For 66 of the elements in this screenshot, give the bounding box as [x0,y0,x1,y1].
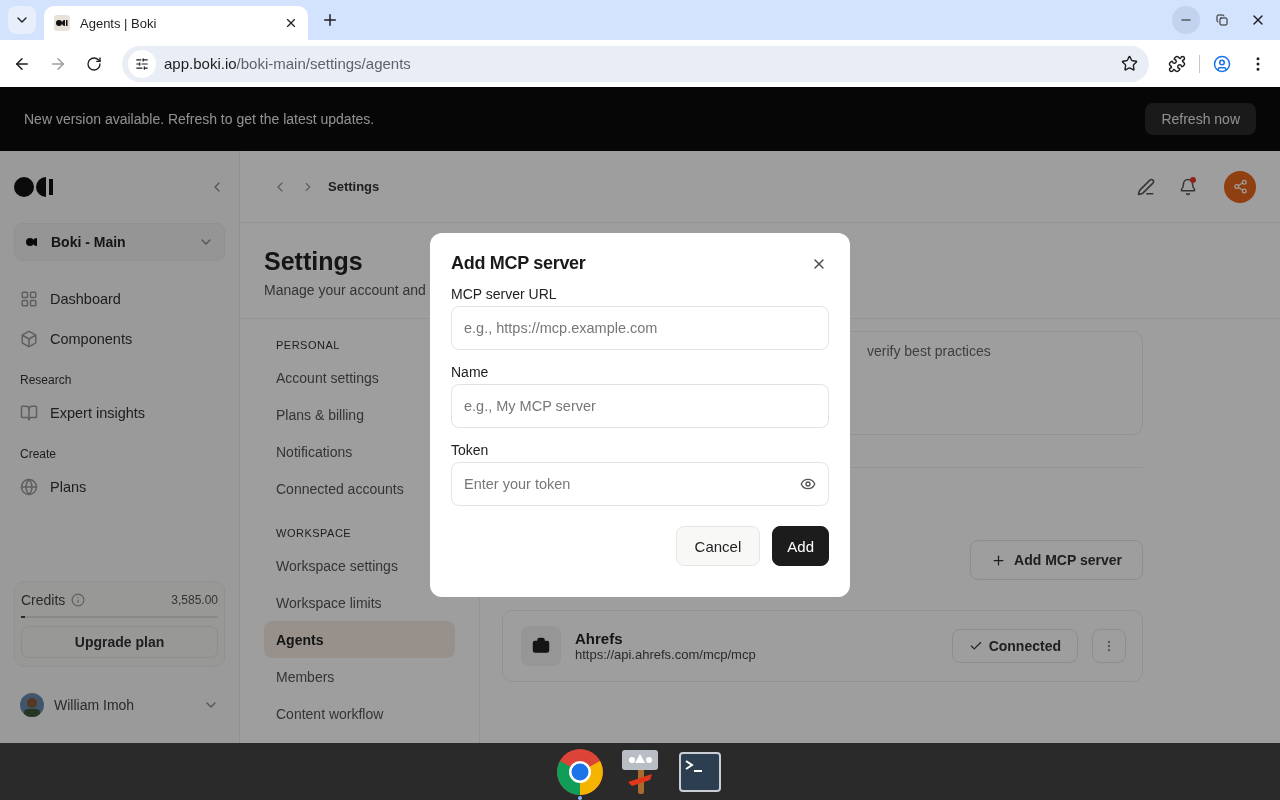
nav-item[interactable]: Components [14,319,225,359]
profile-icon[interactable] [1213,54,1231,73]
section-heading: Create [19,446,58,463]
credits-amount: 3,585.00 [171,593,218,607]
reload-icon[interactable] [86,55,102,72]
page-subtitle: Manage your account and [264,282,426,298]
credits-label: Credits [21,592,66,608]
settings-nav-item[interactable]: Members [264,658,455,695]
plus-icon [991,552,1007,568]
breadcrumb[interactable]: Settings [328,179,380,194]
logo-icon [14,176,56,198]
nav-item[interactable]: Dashboard [14,279,225,319]
check-icon [968,639,983,653]
status-button[interactable]: Connected [951,629,1078,663]
section-heading: Research [19,372,73,389]
close-icon[interactable] [284,16,298,30]
settings-nav-item[interactable]: Workspace limits [264,584,455,621]
settings-nav-item[interactable]: Agents [264,621,455,658]
bookmark-star-icon[interactable] [1120,55,1138,72]
site-info-button[interactable] [128,49,156,78]
upgrade-button[interactable]: Upgrade plan [21,626,218,658]
terminal-icon[interactable] [679,751,721,792]
new-tab-icon[interactable] [321,11,339,29]
input-field[interactable]: e.g., My MCP server [452,385,828,427]
address-bar[interactable]: app.boki.io/boki-main/settings/agents [122,45,1149,82]
section-heading: PERSONAL [275,338,341,353]
logo-icon [54,15,70,31]
bell-icon[interactable] [1179,177,1197,196]
dialog-title: Add MCP server [451,253,586,274]
add-server-button[interactable]: Add MCP server [970,540,1143,580]
field-label: Token [451,442,490,458]
section-heading: WORKSPACE [275,526,353,541]
avatar [20,693,44,717]
nav-icon [20,404,38,422]
cancel-button[interactable]: Cancel [675,526,761,566]
input-field[interactable]: e.g., https://mcp.example.com [452,307,828,349]
nav-icon [20,478,38,496]
url-text: app.boki.io/boki-main/settings/agents [164,55,412,72]
server-url: https://api.ahrefs.com/mcp/mcp [575,647,757,662]
share-button[interactable] [1224,170,1256,203]
nav-item[interactable]: Expert insights [14,393,225,433]
extensions-icon[interactable] [1168,54,1186,73]
card-text: verify best practices [867,343,991,359]
field-label: MCP server URL [451,286,558,302]
signpost-icon[interactable] [620,747,660,796]
nav-item[interactable]: Plans [14,467,225,507]
workspace-select[interactable]: Boki - Main [14,223,225,261]
field-label: Name [451,364,490,380]
pen-icon[interactable] [1137,177,1155,196]
sliders-icon [135,56,149,71]
eye-icon[interactable] [800,476,816,492]
page-title: Settings [264,247,363,276]
nav-icon [20,330,38,348]
restore-icon[interactable] [1216,14,1228,26]
briefcase-icon [521,626,561,666]
banner-message: New version available. Refresh to get the latest updates. [24,111,375,127]
user-menu[interactable]: William Imoh [14,667,225,743]
browser-tab[interactable]: Agents | Boki [44,6,308,40]
settings-nav-item[interactable]: Content workflow [264,695,455,732]
share-icon [1232,179,1248,194]
nav-icon [20,290,38,308]
chrome-icon[interactable] [556,747,604,796]
add-button[interactable]: Add [772,526,829,566]
refresh-button[interactable]: Refresh now [1145,103,1256,135]
tab-search-button[interactable] [8,6,36,34]
server-name: Ahrefs [575,630,624,647]
